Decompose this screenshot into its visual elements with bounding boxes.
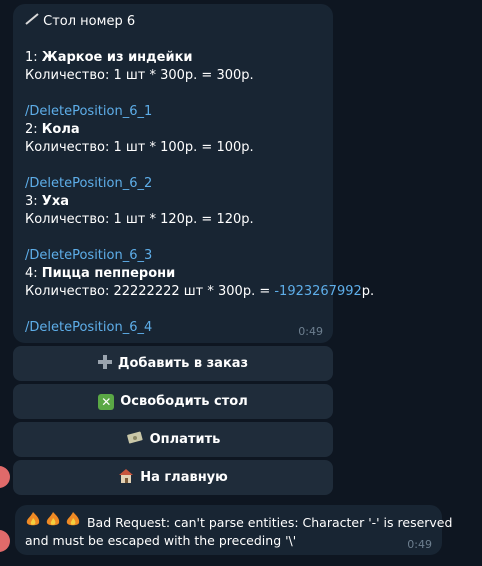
order-title: Стол номер 6 [25,13,321,31]
button-label: Добавить в заказ [117,356,249,371]
quantity-text: Количество: 22222222 шт * 300р. = [25,284,275,299]
position-number: 1: [25,50,42,65]
avatar[interactable] [0,530,10,552]
delete-position-link[interactable]: /DeletePosition_6_3 [25,247,321,265]
order-message: Стол номер 6 1: Жаркое из индейки Количе… [13,4,374,343]
error-line-1: Bad Request: can't parse entities: Chara… [25,511,452,532]
cross-mark-icon: ✕ [98,393,115,410]
money-icon [126,430,144,450]
position-name: Кола [41,122,80,137]
error-message: Bad Request: can't parse entities: Chara… [15,505,452,555]
avatar[interactable] [0,466,10,488]
pay-button[interactable]: Оплатить [13,422,333,457]
position-number: 3: [25,194,42,209]
position-number: 2: [25,122,42,137]
pencil-icon [25,13,43,29]
position-quantity: Количество: 1 шт * 100р. = 100р. [25,140,254,155]
fire-icon [25,512,87,530]
position-quantity: Количество: 1 шт * 300р. = 300р. [25,68,254,83]
delete-position-link[interactable]: /DeletePosition_6_2 [25,175,321,193]
quantity-suffix: р. [361,284,375,299]
position-quantity: Количество: 1 шт * 120р. = 120р. [25,212,254,227]
position-name: Жаркое из индейки [41,50,193,65]
error-text: Bad Request: can't parse entities: Chara… [86,515,453,530]
order-title-text: Стол номер 6 [43,14,136,29]
error-text-2: and must be escaped with the preceding '… [25,533,297,548]
position-name: Уха [41,194,69,209]
home-button[interactable]: На главную [13,460,333,495]
delete-position-link[interactable]: /DeletePosition_6_1 [25,103,321,121]
position-number: 4: [25,266,42,281]
add-to-order-button[interactable]: Добавить в заказ [13,346,333,381]
position-4: 4: Пицца пепперони [25,265,321,283]
button-label: Освободить стол [120,394,248,409]
free-table-button[interactable]: ✕ Освободить стол [13,384,333,419]
negative-number-link[interactable]: -1923267992 [274,284,361,299]
position-name: Пицца пепперони [41,266,176,281]
position-quantity: Количество: 22222222 шт * 300р. = -19232… [25,283,374,301]
message-time: 0:49 [407,538,432,551]
button-label: На главную [140,470,228,485]
position-2: 2: Кола [25,121,321,139]
delete-position-link[interactable]: /DeletePosition_6_4 [25,319,321,337]
plus-icon [97,354,112,373]
position-1: 1: Жаркое из индейки [25,49,321,67]
position-3: 3: Уха [25,193,321,211]
button-label: Оплатить [149,432,221,447]
house-icon [118,468,134,488]
message-time: 0:49 [298,325,323,338]
